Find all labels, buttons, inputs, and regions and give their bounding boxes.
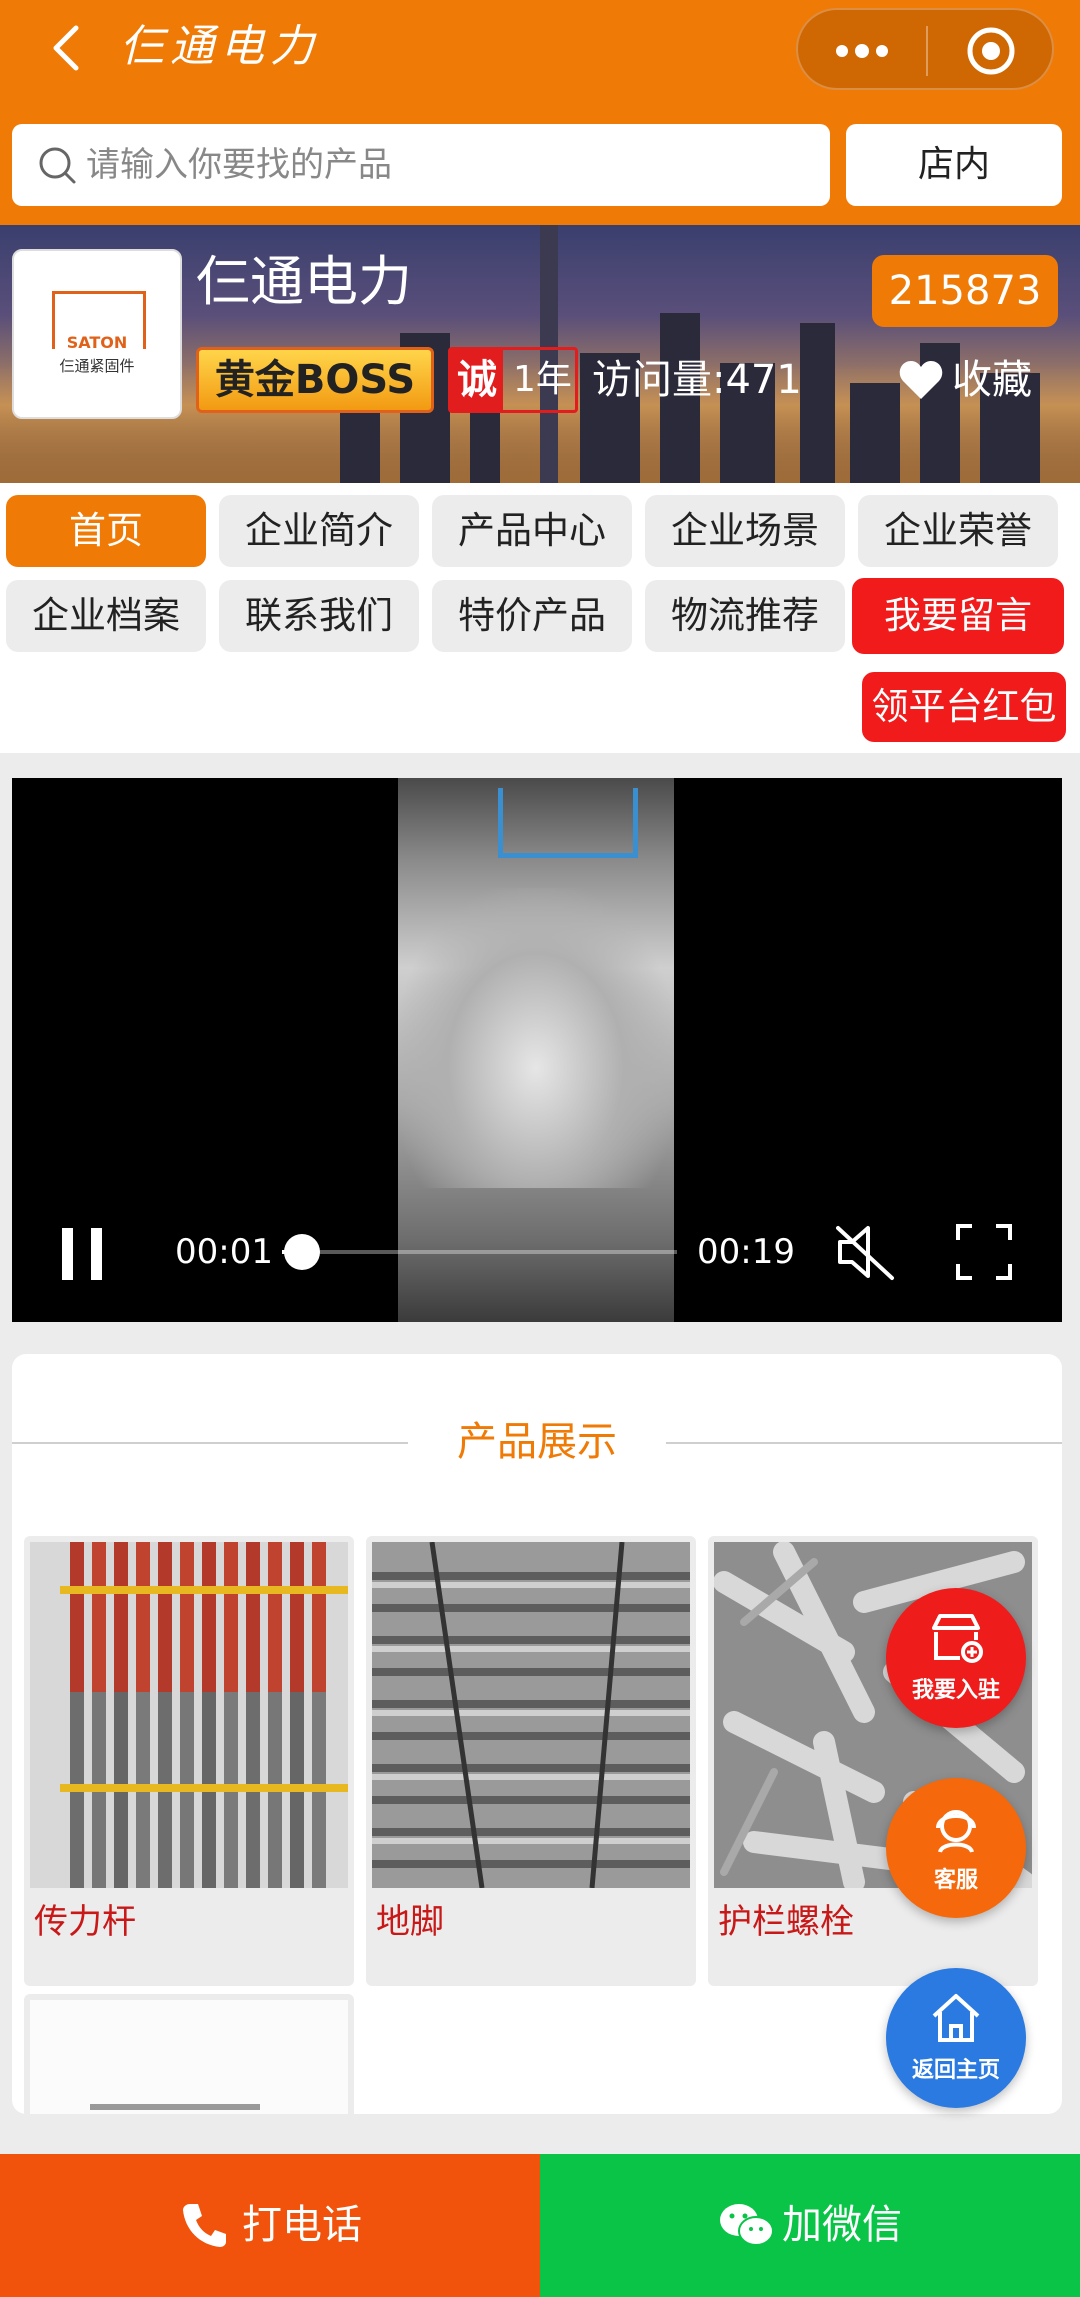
fullscreen-icon[interactable] xyxy=(954,1222,1014,1286)
close-miniprogram-icon[interactable] xyxy=(966,26,1016,76)
logo-text-en: SATON xyxy=(66,333,128,352)
customer-service-float-button[interactable]: 客服 xyxy=(886,1778,1026,1918)
call-button[interactable]: 打电话 xyxy=(0,2154,540,2297)
logo-text-cn: 仨通紧固件 xyxy=(59,357,135,375)
back-icon[interactable] xyxy=(38,18,98,78)
video-bolt-pile xyxy=(398,888,674,1188)
home-icon xyxy=(932,1994,980,2042)
wechat-icon xyxy=(720,2204,774,2246)
customer-service-label: 客服 xyxy=(933,1868,978,1893)
product-name: 地脚 xyxy=(376,1902,444,1942)
product-card[interactable] xyxy=(24,1994,354,2114)
menu-home[interactable]: 首页 xyxy=(6,495,206,567)
menu-logistics[interactable]: 物流推荐 xyxy=(645,580,845,652)
shop-banner: SATON 仨通紧固件 仨通电力 215873 黄金BOSS 诚 1年 访问量:… xyxy=(0,225,1080,483)
integrity-years: 1年 xyxy=(513,359,572,400)
product-image-dowel-bars xyxy=(30,1542,348,1888)
menu-archive[interactable]: 企业档案 xyxy=(6,580,206,652)
menu-contact[interactable]: 联系我们 xyxy=(219,580,419,652)
video-cart xyxy=(498,788,638,858)
search-placeholder: 请输入你要找的产品 xyxy=(86,145,392,185)
pause-icon[interactable] xyxy=(58,1226,108,1286)
menu-profile[interactable]: 企业简介 xyxy=(219,495,419,567)
product-card[interactable]: 传力杆 xyxy=(24,1536,354,1986)
home-float-button[interactable]: 返回主页 xyxy=(886,1968,1026,2108)
mini-program-capsule xyxy=(796,8,1054,90)
product-name: 传力杆 xyxy=(34,1902,136,1942)
menu-products[interactable]: 产品中心 xyxy=(432,495,632,567)
video-duration: 00:19 xyxy=(697,1232,795,1272)
top-bar: 仨通电力 请输入你要找的产品 店内 xyxy=(0,0,1080,225)
video-frame xyxy=(398,778,674,1322)
store-icon xyxy=(932,1614,983,1663)
product-card[interactable]: 地脚 xyxy=(366,1536,696,1986)
video-progress-knob[interactable] xyxy=(283,1234,320,1270)
menu-specials[interactable]: 特价产品 xyxy=(432,580,632,652)
gold-boss-badge: 黄金BOSS xyxy=(196,347,434,413)
in-store-search-button[interactable]: 店内 xyxy=(846,124,1062,206)
navigation-bar: 仨通电力 xyxy=(0,0,1080,118)
product-image xyxy=(30,2000,348,2114)
shop-name: 仨通电力 xyxy=(196,250,412,313)
search-input[interactable]: 请输入你要找的产品 xyxy=(12,124,830,206)
menu-honors[interactable]: 企业荣誉 xyxy=(858,495,1058,567)
headset-icon xyxy=(936,1810,976,1853)
wechat-button[interactable]: 加微信 xyxy=(540,2154,1080,2297)
product-name: 护栏螺栓 xyxy=(718,1902,854,1942)
wechat-label: 加微信 xyxy=(782,2202,902,2248)
capsule-divider xyxy=(926,26,928,76)
red-packet-button[interactable]: 领平台红包 xyxy=(862,672,1066,742)
visit-count: 访问量:471 xyxy=(592,357,802,403)
more-icon[interactable] xyxy=(830,33,894,69)
menu-leave-message[interactable]: 我要留言 xyxy=(852,578,1064,654)
phone-icon xyxy=(183,2204,226,2247)
favorite-label: 收藏 xyxy=(952,357,1032,403)
product-image-anchor-bolts xyxy=(372,1542,690,1888)
heart-icon xyxy=(899,361,943,399)
mute-icon[interactable] xyxy=(834,1222,896,1286)
home-label: 返回主页 xyxy=(911,2058,1000,2083)
call-label: 打电话 xyxy=(242,2202,362,2248)
join-float-button[interactable]: 我要入驻 xyxy=(886,1588,1026,1728)
search-icon xyxy=(36,144,78,186)
shop-id-badge: 215873 xyxy=(872,255,1058,327)
join-label: 我要入驻 xyxy=(911,1678,1000,1703)
bottom-action-bar: 打电话 加微信 xyxy=(0,2154,1080,2297)
page-title: 仨通电力 xyxy=(120,21,320,72)
integrity-badge: 诚 1年 xyxy=(448,347,578,413)
section-divider-right xyxy=(666,1442,1062,1444)
video-current-time: 00:01 xyxy=(175,1232,273,1272)
integrity-mark: 诚 xyxy=(451,350,503,410)
video-progress-track[interactable] xyxy=(282,1250,677,1254)
shop-logo: SATON 仨通紧固件 xyxy=(12,249,182,419)
video-player[interactable] xyxy=(12,778,1062,1322)
menu-scenes[interactable]: 企业场景 xyxy=(645,495,845,567)
